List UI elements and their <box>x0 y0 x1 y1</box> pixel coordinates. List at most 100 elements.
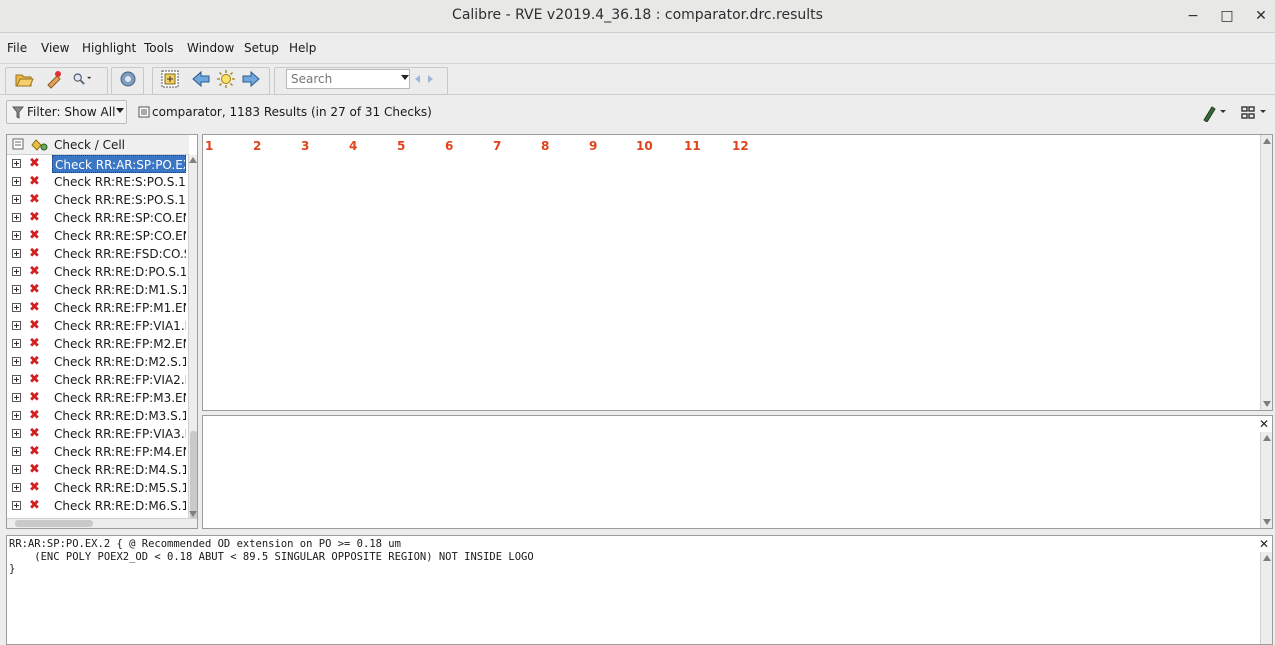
tree-row-label[interactable]: Check RR:RE:D:M3.S.1 <box>52 407 186 425</box>
close-details-button[interactable]: ✕ <box>1258 418 1270 430</box>
hscroll-thumb[interactable] <box>15 520 93 527</box>
scroll-down-arrow[interactable] <box>1263 401 1271 407</box>
scroll-thumb[interactable] <box>190 431 197 521</box>
tree-row-label[interactable]: Check RR:RE:FP:VIA2.E <box>52 371 186 389</box>
expand-icon[interactable] <box>12 465 21 474</box>
gear-icon[interactable] <box>118 69 138 89</box>
zoom-icon[interactable] <box>72 69 92 89</box>
tree-row-label[interactable]: Check RR:RE:S:PO.S.11 <box>52 173 186 191</box>
tree-row-label[interactable]: Check RR:RE:S:PO.S.13 <box>52 191 186 209</box>
tree-row[interactable]: ✖ Check RR:RE:SP:CO.EN <box>7 209 189 227</box>
highlight-sun-icon[interactable] <box>216 69 236 89</box>
tree-row[interactable]: ✖ Check RR:RE:FP:M4.EN <box>7 443 189 461</box>
check-tree[interactable]: Check / Cell ✖ Check RR:AR:SP:PO.EX.2 ✖ Che… <box>6 134 198 529</box>
tree-row[interactable]: ✖ Check RR:RE:D:M6.S.1 <box>7 497 189 515</box>
tree-row-label[interactable]: Check RR:RE:D:M1.S.1 <box>52 281 186 299</box>
expand-icon[interactable] <box>12 393 21 402</box>
expand-icon[interactable] <box>12 501 21 510</box>
tree-horizontal-scrollbar[interactable] <box>7 518 197 528</box>
details-vertical-scrollbar[interactable] <box>1260 432 1272 528</box>
menu-file[interactable]: File <box>7 41 27 55</box>
menu-setup[interactable]: Setup <box>244 41 279 55</box>
tree-row[interactable]: ✖ Check RR:RE:FSD:CO.S <box>7 245 189 263</box>
tree-row-label[interactable]: Check RR:RE:FP:M2.EN <box>52 335 186 353</box>
expand-icon[interactable] <box>12 339 21 348</box>
scroll-up-arrow[interactable] <box>189 157 197 163</box>
column-options-icon[interactable] <box>12 138 24 150</box>
tree-row-label[interactable]: Check RR:RE:SP:CO.EN <box>52 209 186 227</box>
tree-row[interactable]: ✖ Check RR:RE:D:M4.S.1 <box>7 461 189 479</box>
menu-view[interactable]: View <box>41 41 69 55</box>
expand-icon[interactable] <box>12 447 21 456</box>
tree-row[interactable]: ✖ Check RR:RE:FP:M1.EN <box>7 299 189 317</box>
tree-row-label[interactable]: Check RR:RE:FP:VIA1.E <box>52 317 186 335</box>
expand-icon[interactable] <box>12 483 21 492</box>
tree-row-label[interactable]: Check RR:RE:FSD:CO.S <box>52 245 186 263</box>
tree-row[interactable]: ✖ Check RR:RE:FP:VIA1.E <box>7 317 189 335</box>
expand-icon[interactable] <box>12 267 21 276</box>
expand-icon[interactable] <box>12 213 21 222</box>
expand-icon[interactable] <box>12 285 21 294</box>
expand-icon[interactable] <box>12 303 21 312</box>
maximize-button[interactable]: □ <box>1217 6 1237 26</box>
expand-icon[interactable] <box>12 231 21 240</box>
scroll-up-arrow[interactable] <box>1263 138 1271 144</box>
scroll-up-arrow[interactable] <box>1263 435 1271 441</box>
highlight-brush-icon[interactable] <box>44 69 64 89</box>
tree-row[interactable]: ✖ Check RR:RE:D:M2.S.1 <box>7 353 189 371</box>
back-arrow-icon[interactable] <box>191 69 211 89</box>
tree-row[interactable]: ✖ Check RR:RE:S:PO.S.11 <box>7 173 189 191</box>
tree-header[interactable]: Check / Cell <box>7 135 189 155</box>
tree-row-label[interactable]: Check RR:RE:D:PO.S.1 <box>52 263 186 281</box>
tree-row-label[interactable]: Check RR:RE:D:M2.S.1 <box>52 353 186 371</box>
scroll-down-arrow[interactable] <box>1263 519 1271 525</box>
tree-row-label[interactable]: Check RR:AR:SP:PO.EX.2 <box>52 155 186 173</box>
scroll-up-arrow[interactable] <box>1263 555 1271 561</box>
layout-grid-icon[interactable] <box>1240 104 1270 122</box>
tree-vertical-scrollbar[interactable] <box>188 155 197 521</box>
tree-row[interactable]: ✖ Check RR:RE:D:PO.S.1 <box>7 263 189 281</box>
expand-icon[interactable] <box>12 195 21 204</box>
tree-row-label[interactable]: Check RR:RE:FP:VIA3.E <box>52 425 186 443</box>
tree-row[interactable]: ✖ Check RR:RE:S:PO.S.13 <box>7 191 189 209</box>
expand-icon[interactable] <box>12 375 21 384</box>
check-text-panel[interactable]: RR:AR:SP:PO.EX.2 { @ Recommended OD exte… <box>6 535 1273 645</box>
tree-row-label[interactable]: Check RR:RE:D:M4.S.1 <box>52 461 186 479</box>
expand-icon[interactable] <box>12 321 21 330</box>
tree-row-label[interactable]: Check RR:RE:FP:M1.EN <box>52 299 186 317</box>
pen-icon[interactable] <box>1200 104 1230 122</box>
expand-icon[interactable] <box>12 249 21 258</box>
minimize-button[interactable]: − <box>1183 6 1203 26</box>
tree-row[interactable]: ✖ Check RR:RE:SP:CO.EN <box>7 227 189 245</box>
tree-row-label[interactable]: Check RR:RE:D:M5.S.1 <box>52 479 186 497</box>
results-table[interactable]: 1 2 3 4 5 6 7 8 9 10 11 12 <box>202 134 1273 411</box>
menu-tools[interactable]: Tools <box>144 41 174 55</box>
tree-row-label[interactable]: Check RR:RE:FP:M3.EN <box>52 389 186 407</box>
expand-icon[interactable] <box>12 429 21 438</box>
expand-icon[interactable] <box>12 357 21 366</box>
tree-row[interactable]: ✖ Check RR:RE:D:M1.S.1 <box>7 281 189 299</box>
search-prev-next-icon[interactable] <box>414 74 434 84</box>
tree-row[interactable]: ✖ Check RR:RE:FP:M2.EN <box>7 335 189 353</box>
tree-row[interactable]: ✖ Check RR:AR:SP:PO.EX.2 <box>7 155 189 173</box>
search-input[interactable] <box>286 69 410 89</box>
close-button[interactable]: ✕ <box>1251 6 1271 26</box>
result-details-panel[interactable]: ✕ <box>202 415 1273 529</box>
tree-row[interactable]: ✖ Check RR:RE:FP:VIA2.E <box>7 371 189 389</box>
text-vertical-scrollbar[interactable] <box>1260 552 1272 644</box>
filter-dropdown[interactable]: Filter: Show All <box>6 100 127 124</box>
close-text-button[interactable]: ✕ <box>1258 538 1270 550</box>
expand-icon[interactable] <box>12 411 21 420</box>
forward-arrow-icon[interactable] <box>241 69 261 89</box>
tree-row[interactable]: ✖ Check RR:RE:FP:M3.EN <box>7 389 189 407</box>
expand-icon[interactable] <box>12 177 21 186</box>
tree-row-label[interactable]: Check RR:RE:D:M6.S.1 <box>52 497 186 515</box>
menu-window[interactable]: Window <box>187 41 234 55</box>
tree-row[interactable]: ✖ Check RR:RE:D:M5.S.1 <box>7 479 189 497</box>
menu-highlight[interactable]: Highlight <box>82 41 136 55</box>
folder-open-icon[interactable] <box>14 69 34 89</box>
select-grid-icon[interactable] <box>160 69 180 89</box>
results-vertical-scrollbar[interactable] <box>1260 135 1272 410</box>
tree-row-label[interactable]: Check RR:RE:FP:M4.EN <box>52 443 186 461</box>
tree-row-label[interactable]: Check RR:RE:SP:CO.EN <box>52 227 186 245</box>
